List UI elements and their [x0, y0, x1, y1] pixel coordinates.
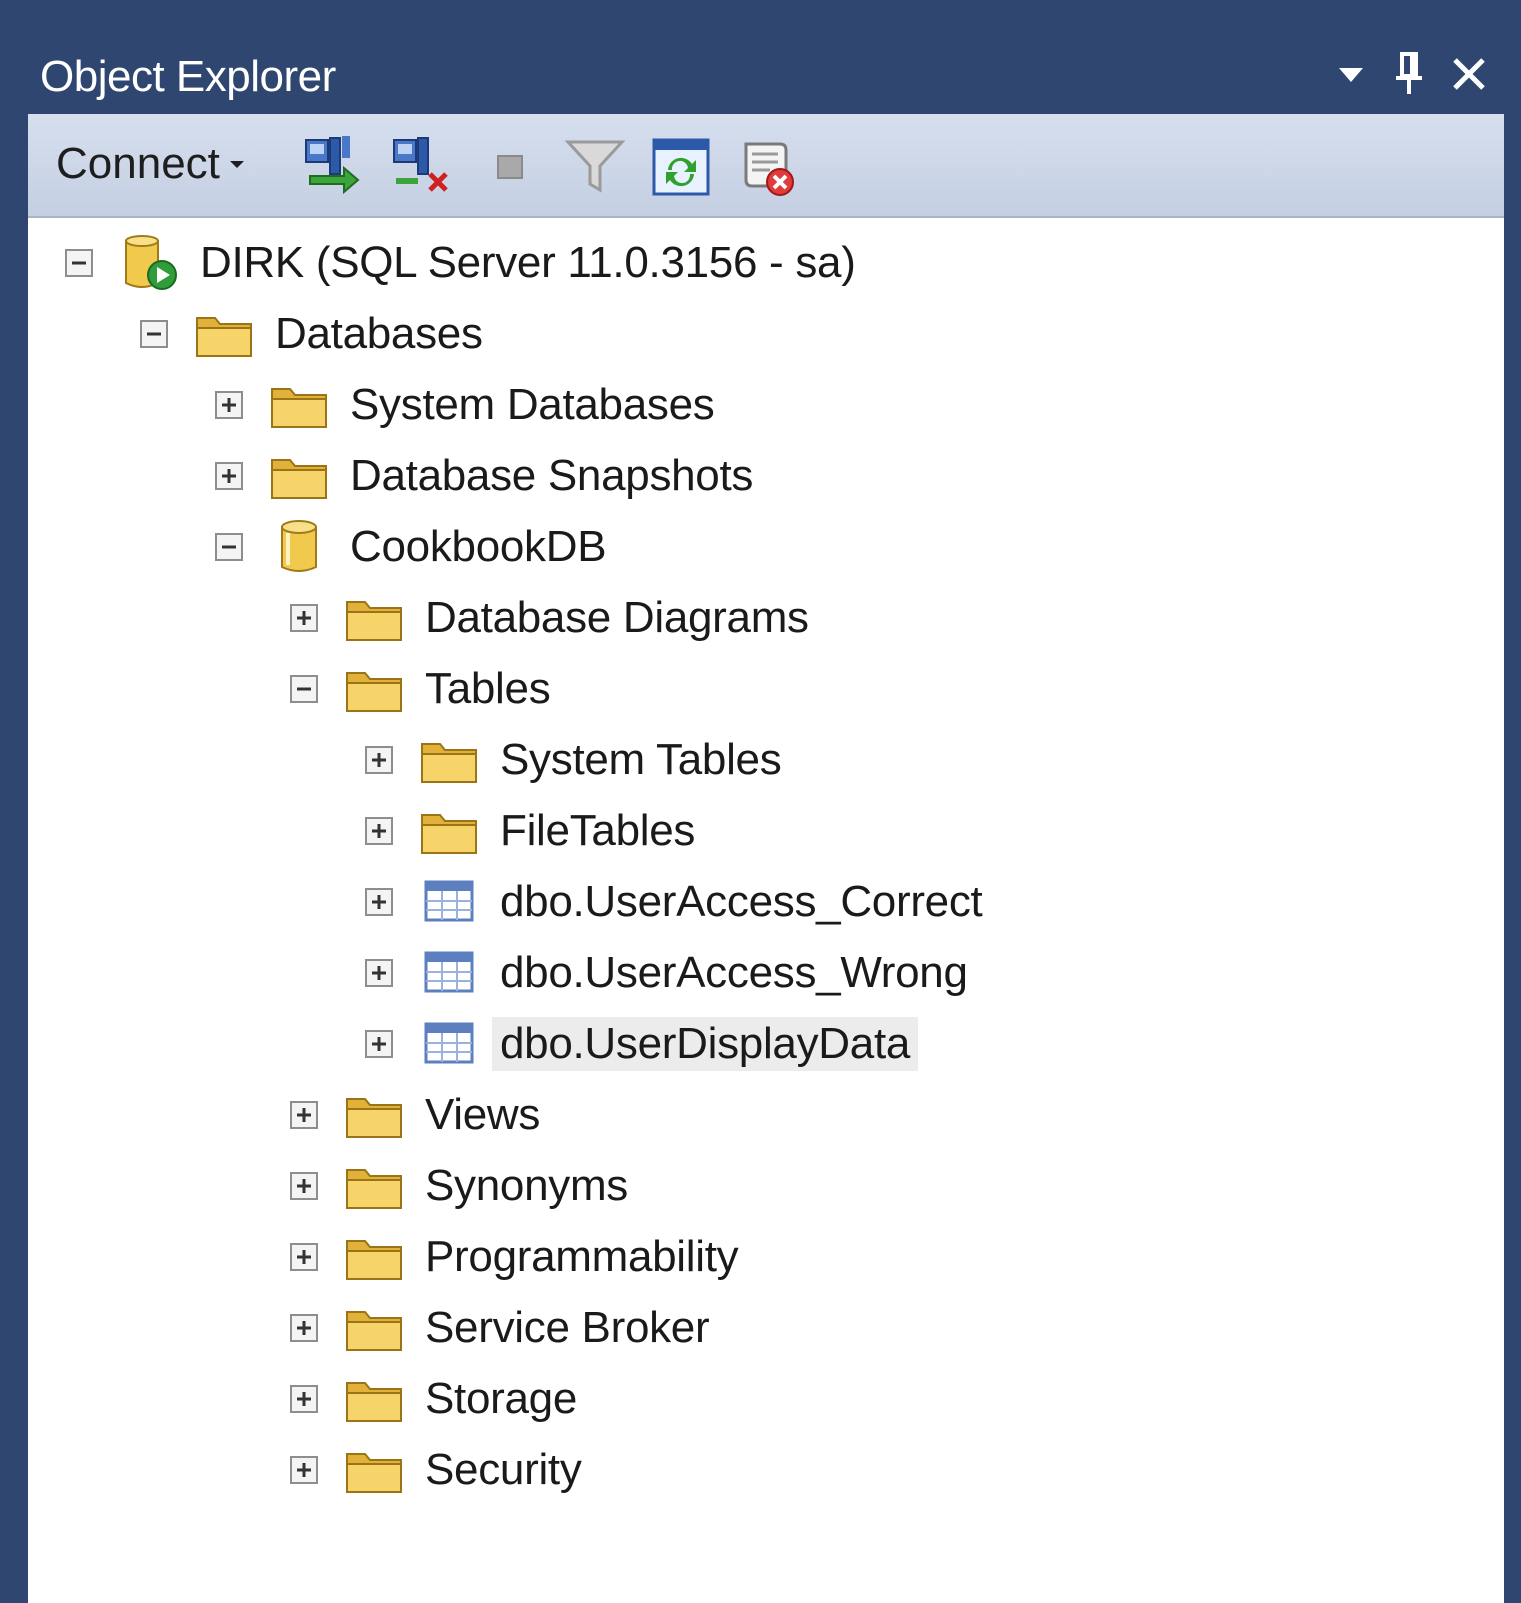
tree-node-label[interactable]: DIRK (SQL Server 11.0.3156 - sa) — [192, 236, 864, 290]
connect-button[interactable]: Connect — [56, 136, 246, 192]
connect-dropdown-icon — [229, 161, 244, 168]
expand-toggle-icon[interactable] — [214, 461, 244, 491]
table-icon — [424, 1022, 474, 1064]
tree-node-label[interactable]: FileTables — [492, 804, 703, 858]
dropdown-arrow-icon[interactable] — [1334, 57, 1368, 96]
tree-node[interactable]: DIRK (SQL Server 11.0.3156 - sa) — [64, 228, 864, 298]
tree-node-label[interactable]: Service Broker — [417, 1301, 717, 1355]
collapse-toggle-icon[interactable] — [214, 532, 244, 562]
folder-icon — [196, 317, 252, 357]
collapse-toggle-icon[interactable] — [139, 319, 169, 349]
database-icon — [281, 520, 317, 572]
refresh-icon[interactable] — [648, 134, 714, 200]
folder-icon — [346, 1169, 402, 1209]
tree-node-label[interactable]: Programmability — [417, 1230, 746, 1284]
tree-node-label[interactable]: Synonyms — [417, 1159, 636, 1213]
folder-icon — [346, 1382, 402, 1422]
tree-node[interactable]: Database Diagrams — [289, 583, 817, 653]
tree-node[interactable]: Programmability — [289, 1222, 746, 1292]
tree-node[interactable]: Security — [289, 1435, 590, 1505]
expand-toggle-icon[interactable] — [289, 1171, 319, 1201]
expand-toggle-icon[interactable] — [289, 1455, 319, 1485]
expand-toggle-icon[interactable] — [289, 1384, 319, 1414]
tree-node-label[interactable]: Storage — [417, 1372, 585, 1426]
collapse-toggle-icon[interactable] — [289, 674, 319, 704]
tree-node[interactable]: Storage — [289, 1364, 585, 1434]
table-icon — [424, 880, 474, 922]
tree-node[interactable]: dbo.UserDisplayData — [364, 1009, 919, 1079]
tree-node-label[interactable]: Tables — [417, 662, 558, 716]
stop-icon[interactable] — [478, 134, 544, 200]
tree-node-label[interactable]: dbo.UserAccess_Wrong — [492, 946, 976, 1000]
folder-icon — [346, 672, 402, 712]
expand-toggle-icon[interactable] — [364, 816, 394, 846]
tree-node-label[interactable]: Views — [417, 1088, 548, 1142]
tree-node[interactable]: Databases — [139, 299, 491, 369]
object-explorer-panel: Object Explorer Connect DIRK (SQL Server… — [28, 40, 1504, 1603]
panel-title-bar: Object Explorer — [28, 40, 1504, 114]
toolbar: Connect — [28, 114, 1504, 218]
folder-icon — [421, 743, 477, 783]
window-frame: Object Explorer Connect DIRK (SQL Server… — [0, 0, 1521, 1603]
close-icon[interactable] — [1450, 55, 1488, 98]
tree-node-label[interactable]: Security — [417, 1443, 590, 1497]
expand-toggle-icon[interactable] — [364, 745, 394, 775]
tree-node[interactable]: CookbookDB — [214, 512, 614, 582]
folder-icon — [346, 1453, 402, 1493]
folder-icon — [346, 1098, 402, 1138]
filter-icon[interactable] — [562, 134, 628, 200]
title-controls — [1334, 48, 1488, 104]
expand-toggle-icon[interactable] — [289, 1100, 319, 1130]
expand-toggle-icon[interactable] — [289, 603, 319, 633]
tree-node[interactable]: Synonyms — [289, 1151, 636, 1221]
folder-icon — [346, 1240, 402, 1280]
tree-node[interactable]: Database Snapshots — [214, 441, 761, 511]
expand-toggle-icon[interactable] — [364, 958, 394, 988]
tree-node[interactable]: dbo.UserAccess_Wrong — [364, 938, 976, 1008]
disconnect-icon[interactable] — [388, 134, 454, 200]
folder-icon — [271, 388, 327, 428]
pin-icon[interactable] — [1392, 51, 1426, 101]
script-delete-icon[interactable] — [734, 134, 800, 200]
tree-node[interactable]: Views — [289, 1080, 548, 1150]
tree-node-label[interactable]: dbo.UserDisplayData — [492, 1017, 919, 1071]
expand-toggle-icon[interactable] — [214, 390, 244, 420]
tree-node[interactable]: FileTables — [364, 796, 703, 866]
expand-toggle-icon[interactable] — [289, 1242, 319, 1272]
tree-node[interactable]: Service Broker — [289, 1293, 717, 1363]
tree-node-label[interactable]: Databases — [267, 307, 491, 361]
tree-node-label[interactable]: System Databases — [342, 378, 722, 432]
connect-object-explorer-icon[interactable] — [300, 134, 366, 200]
expand-toggle-icon[interactable] — [364, 1029, 394, 1059]
table-icon — [424, 951, 474, 993]
tree-node-label[interactable]: dbo.UserAccess_Correct — [492, 875, 990, 929]
tree-node-label[interactable]: CookbookDB — [342, 520, 614, 574]
collapse-toggle-icon[interactable] — [64, 248, 94, 278]
tree-node-label[interactable]: Database Snapshots — [342, 449, 761, 503]
folder-icon — [346, 1311, 402, 1351]
tree-node-label[interactable]: Database Diagrams — [417, 591, 817, 645]
tree-node[interactable]: Tables — [289, 654, 558, 724]
tree-node-label[interactable]: System Tables — [492, 733, 789, 787]
folder-icon — [271, 459, 327, 499]
tree-node[interactable]: System Tables — [364, 725, 789, 795]
tree-node[interactable]: System Databases — [214, 370, 722, 440]
server-icon — [125, 235, 177, 290]
expand-toggle-icon[interactable] — [289, 1313, 319, 1343]
connect-label: Connect — [56, 139, 220, 188]
tree-node[interactable]: dbo.UserAccess_Correct — [364, 867, 990, 937]
panel-title: Object Explorer — [40, 52, 336, 101]
expand-toggle-icon[interactable] — [364, 887, 394, 917]
folder-icon — [421, 814, 477, 854]
folder-icon — [346, 601, 402, 641]
